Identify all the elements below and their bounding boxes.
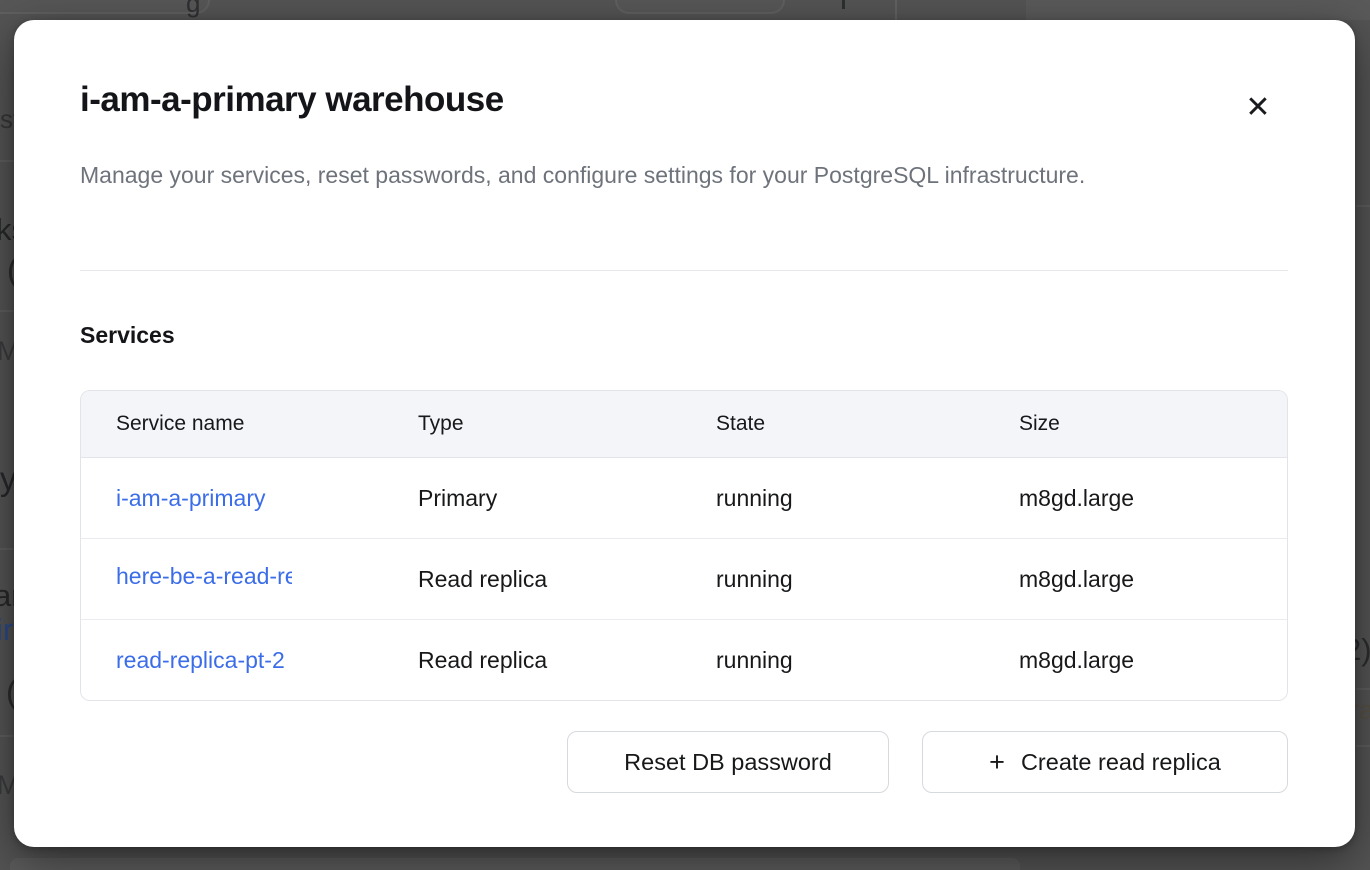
- service-name-link[interactable]: here-be-a-read-re: [116, 563, 292, 590]
- service-state-cell: running: [716, 485, 1019, 512]
- table-row: here-be-a-read-re Read replica running m…: [81, 538, 1287, 619]
- table-row: read-replica-pt-2 Read replica running m…: [81, 619, 1287, 700]
- close-button[interactable]: ✕: [1233, 82, 1283, 132]
- dialog-title: i-am-a-primary warehouse: [80, 80, 504, 120]
- background-divider: [0, 548, 14, 550]
- services-section-heading: Services: [80, 322, 175, 349]
- background-divider: [1356, 688, 1370, 690]
- service-state-cell: running: [716, 566, 1019, 593]
- background-light-region: [1026, 0, 1370, 20]
- service-type-cell: Read replica: [418, 647, 716, 674]
- column-header-size: Size: [1019, 412, 1287, 436]
- background-divider: [0, 735, 14, 737]
- services-dialog: i-am-a-primary warehouse ✕ Manage your s…: [14, 20, 1355, 847]
- background-obscured-control: [615, 0, 785, 14]
- create-read-replica-label: Create read replica: [1021, 749, 1221, 776]
- background-divider: [1356, 205, 1370, 207]
- background-card-edge: [10, 858, 1020, 870]
- reset-db-password-label: Reset DB password: [624, 749, 832, 776]
- dialog-description: Manage your services, reset passwords, a…: [80, 154, 1215, 196]
- service-name-link[interactable]: read-replica-pt-2: [116, 647, 285, 673]
- dialog-actions: Reset DB password + Create read replica: [567, 731, 1288, 793]
- service-size-cell: m8gd.large: [1019, 566, 1287, 593]
- service-state-cell: running: [716, 647, 1019, 674]
- plus-icon: +: [989, 749, 1005, 776]
- service-name-link[interactable]: i-am-a-primary: [116, 485, 266, 511]
- create-read-replica-button[interactable]: + Create read replica: [922, 731, 1288, 793]
- service-size-cell: m8gd.large: [1019, 647, 1287, 674]
- background-text-fragment: g: [186, 0, 200, 16]
- close-icon: ✕: [1245, 90, 1270, 125]
- column-header-type: Type: [418, 412, 716, 436]
- background-tick: [842, 0, 845, 9]
- background-text-fragment: ir: [0, 614, 13, 645]
- background-divider: [0, 310, 14, 312]
- service-type-cell: Primary: [418, 485, 716, 512]
- service-type-cell: Read replica: [418, 566, 716, 593]
- table-row: i-am-a-primary Primary running m8gd.larg…: [81, 458, 1287, 538]
- table-header-row: Service name Type State Size: [81, 391, 1287, 458]
- background-divider: [0, 160, 14, 162]
- background-vertical-divider: [895, 0, 897, 20]
- column-header-state: State: [716, 412, 1019, 436]
- services-table: Service name Type State Size i-am-a-prim…: [80, 390, 1288, 701]
- divider: [80, 270, 1288, 271]
- column-header-service-name: Service name: [81, 412, 418, 436]
- background-obscured-control: [0, 0, 210, 14]
- background-divider: [1356, 745, 1370, 747]
- reset-db-password-button[interactable]: Reset DB password: [567, 731, 889, 793]
- service-size-cell: m8gd.large: [1019, 485, 1287, 512]
